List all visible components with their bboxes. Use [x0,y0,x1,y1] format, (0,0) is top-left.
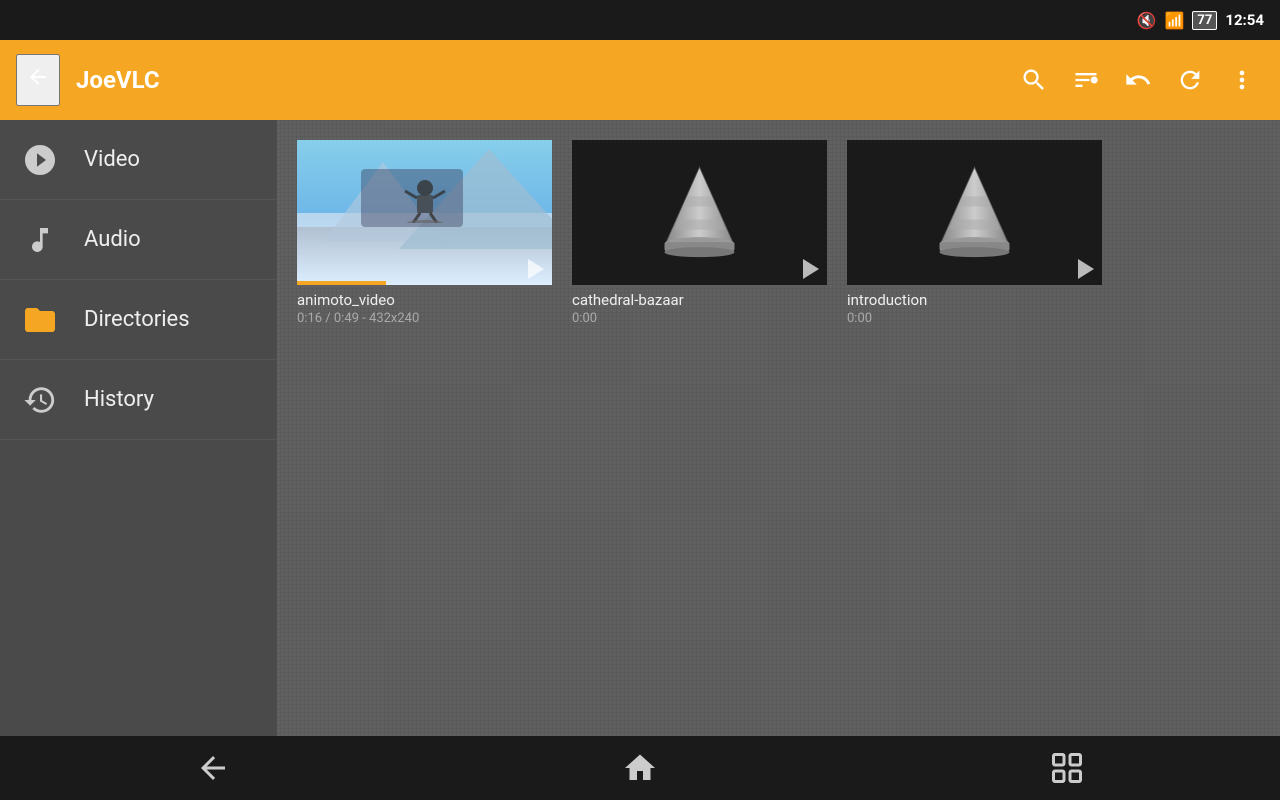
refresh-button[interactable] [1168,58,1212,102]
sidebar-item-audio[interactable]: Audio [0,200,277,280]
toolbar: JoeVLC [0,40,1280,120]
video-title-cathedral: cathedral-bazaar [572,291,827,309]
play-arrow-animoto [528,259,544,279]
main-layout: Video Audio Directories [0,120,1280,736]
video-meta-cathedral: 0:00 [572,311,827,326]
search-button[interactable] [1012,58,1056,102]
bottom-nav [0,736,1280,800]
video-card-intro[interactable]: introduction 0:00 [847,140,1102,328]
sidebar-item-history[interactable]: History [0,360,277,440]
video-thumbnail-animoto [297,140,552,285]
status-icons: 🔇 📶 77 12:54 [1137,11,1264,30]
sidebar-label-history: History [84,387,154,412]
video-title-animoto: animoto_video [297,291,552,309]
content-area: animoto_video 0:16 / 0:49 - 432x240 [277,120,1280,736]
video-thumbnail-intro [847,140,1102,285]
wifi-icon: 📶 [1165,11,1185,30]
video-card-animoto[interactable]: animoto_video 0:16 / 0:49 - 432x240 [297,140,552,328]
nav-recents-button[interactable] [1009,740,1125,796]
video-info-cathedral: cathedral-bazaar 0:00 [572,285,827,328]
video-info-animoto: animoto_video 0:16 / 0:49 - 432x240 [297,285,552,328]
status-bar: 🔇 📶 77 12:54 [0,0,1280,40]
nav-home-button[interactable] [582,740,698,796]
sidebar-label-video: Video [84,147,140,172]
video-meta-intro: 0:00 [847,311,1102,326]
vlc-cone-icon-2 [932,163,1017,263]
play-arrow-cathedral [803,259,819,279]
video-card-cathedral[interactable]: cathedral-bazaar 0:00 [572,140,827,328]
vlc-cone-container-1 [572,140,827,285]
folder-icon [20,302,60,338]
sidebar: Video Audio Directories [0,120,277,736]
sidebar-item-directories[interactable]: Directories [0,280,277,360]
progress-bar-animoto [297,281,386,285]
sidebar-label-directories: Directories [84,307,190,332]
more-button[interactable] [1220,58,1264,102]
undo-button[interactable] [1116,58,1160,102]
video-title-intro: introduction [847,291,1102,309]
video-thumbnail-cathedral [572,140,827,285]
vlc-cone-icon-1 [657,163,742,263]
sidebar-label-audio: Audio [84,227,141,252]
audio-icon [20,224,60,256]
video-grid: animoto_video 0:16 / 0:49 - 432x240 [297,140,1260,328]
app-title: JoeVLC [76,66,996,94]
nav-back-button[interactable] [155,740,271,796]
history-icon [20,383,60,417]
mute-icon: 🔇 [1137,11,1157,30]
toolbar-actions [1012,58,1264,102]
equalizer-button[interactable] [1064,58,1108,102]
vlc-cone-container-2 [847,140,1102,285]
sidebar-item-video[interactable]: Video [0,120,277,200]
battery-indicator: 77 [1192,11,1217,30]
video-meta-animoto: 0:16 / 0:49 - 432x240 [297,311,552,326]
video-info-intro: introduction 0:00 [847,285,1102,328]
play-arrow-intro [1078,259,1094,279]
status-time: 12:54 [1225,11,1264,29]
video-icon [20,142,60,178]
back-button[interactable] [16,54,60,106]
